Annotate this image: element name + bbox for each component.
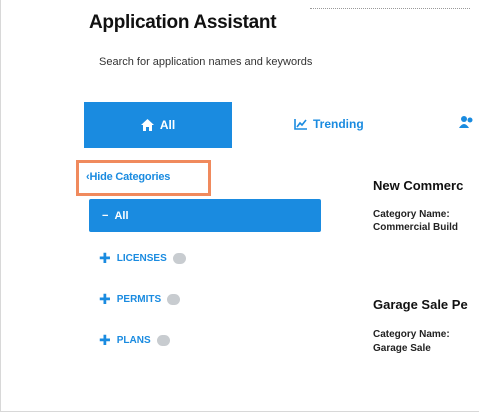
category-label: PERMITS (116, 293, 162, 305)
count-badge (156, 334, 170, 346)
plus-icon: ✚ (99, 332, 111, 348)
minus-icon: − (102, 209, 109, 222)
top-divider (310, 8, 470, 10)
result-category-value: Commercial Build (373, 222, 459, 233)
hide-categories-label: Hide Categories (89, 171, 171, 183)
result-title[interactable]: Garage Sale Pe (373, 297, 468, 312)
page-title: Application Assistant (89, 12, 277, 33)
count-badge (167, 293, 181, 305)
plus-icon: ✚ (99, 250, 111, 266)
home-icon (140, 119, 154, 131)
category-all[interactable]: − All (89, 199, 321, 232)
result-category-value: Garage Sale (373, 343, 431, 354)
category-label: PLANS (116, 334, 151, 346)
count-badge (172, 252, 186, 264)
tab-all-label: All (159, 118, 176, 132)
tab-all[interactable]: All (84, 102, 232, 148)
tab-trending-label: Trending (313, 117, 364, 131)
category-label: LICENSES (116, 252, 167, 264)
plus-icon: ✚ (99, 291, 111, 307)
result-title[interactable]: New Commerc (373, 178, 463, 193)
page-subtitle: Search for application names and keyword… (99, 56, 313, 68)
user-icon (459, 116, 473, 128)
trending-chart-icon (294, 118, 307, 130)
category-permits[interactable]: ✚ PERMITS (99, 291, 181, 307)
tab-user[interactable] (459, 116, 473, 131)
tab-trending[interactable]: Trending (294, 117, 364, 131)
result-category-label: Category Name: (373, 329, 450, 340)
result-category-label: Category Name: (373, 209, 450, 220)
category-plans[interactable]: ✚ PLANS (99, 333, 170, 347)
category-all-label: All (114, 209, 129, 222)
category-licenses[interactable]: ✚ LICENSES (99, 251, 186, 265)
hide-categories-toggle[interactable]: ‹Hide Categories (86, 171, 170, 183)
